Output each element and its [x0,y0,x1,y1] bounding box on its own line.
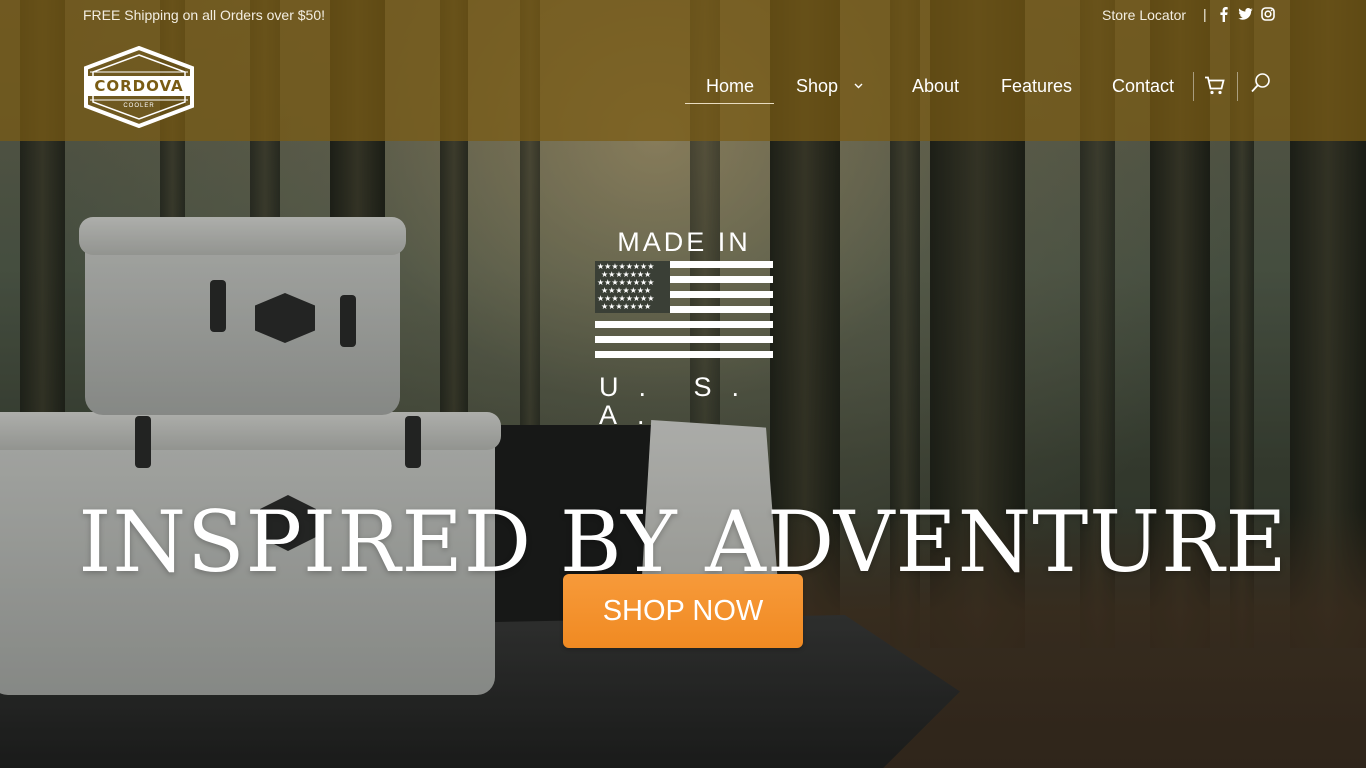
nav-home[interactable]: Home [706,76,754,97]
cart-icon[interactable] [1202,74,1228,96]
usa-flag-icon: ★★★★★★★★ ★★★★★★★ ★★★★★★★★ ★★★★★★★ ★★★★★★… [595,261,773,358]
cordova-logo[interactable]: CORDOVA COOLER [82,45,196,129]
instagram-icon[interactable] [1260,5,1276,23]
store-locator-link[interactable]: Store Locator [1102,7,1186,23]
logo-brand: CORDOVA [94,77,184,95]
made-in-usa-badge: MADE IN ★★★★★★★★ ★★★★★★★ ★★★★★★★★ ★★★★★★… [595,227,773,429]
nav-divider [1193,72,1194,101]
logo-sub: COOLER [123,103,155,109]
nav-about[interactable]: About [912,76,959,97]
nav-divider-2 [1237,72,1238,101]
nav-features[interactable]: Features [1001,76,1072,97]
nav-shop[interactable]: Shop [796,76,838,97]
shop-now-button[interactable]: SHOP NOW [563,574,803,648]
nav-home-active-indicator [685,103,774,104]
svg-text:★★★★★★★: ★★★★★★★ [601,302,651,311]
badge-made-in: MADE IN [617,227,751,257]
badge-usa: U. S. A. [599,372,760,430]
topbar-separator: | [1203,6,1207,22]
nav-contact[interactable]: Contact [1112,76,1174,97]
chevron-down-icon[interactable] [852,80,864,92]
facebook-icon[interactable] [1215,5,1231,23]
shipping-promo: FREE Shipping on all Orders over $50! [83,7,326,23]
site-header: FREE Shipping on all Orders over $50! St… [0,0,1366,141]
search-icon[interactable] [1248,70,1272,94]
twitter-icon[interactable] [1237,5,1253,23]
